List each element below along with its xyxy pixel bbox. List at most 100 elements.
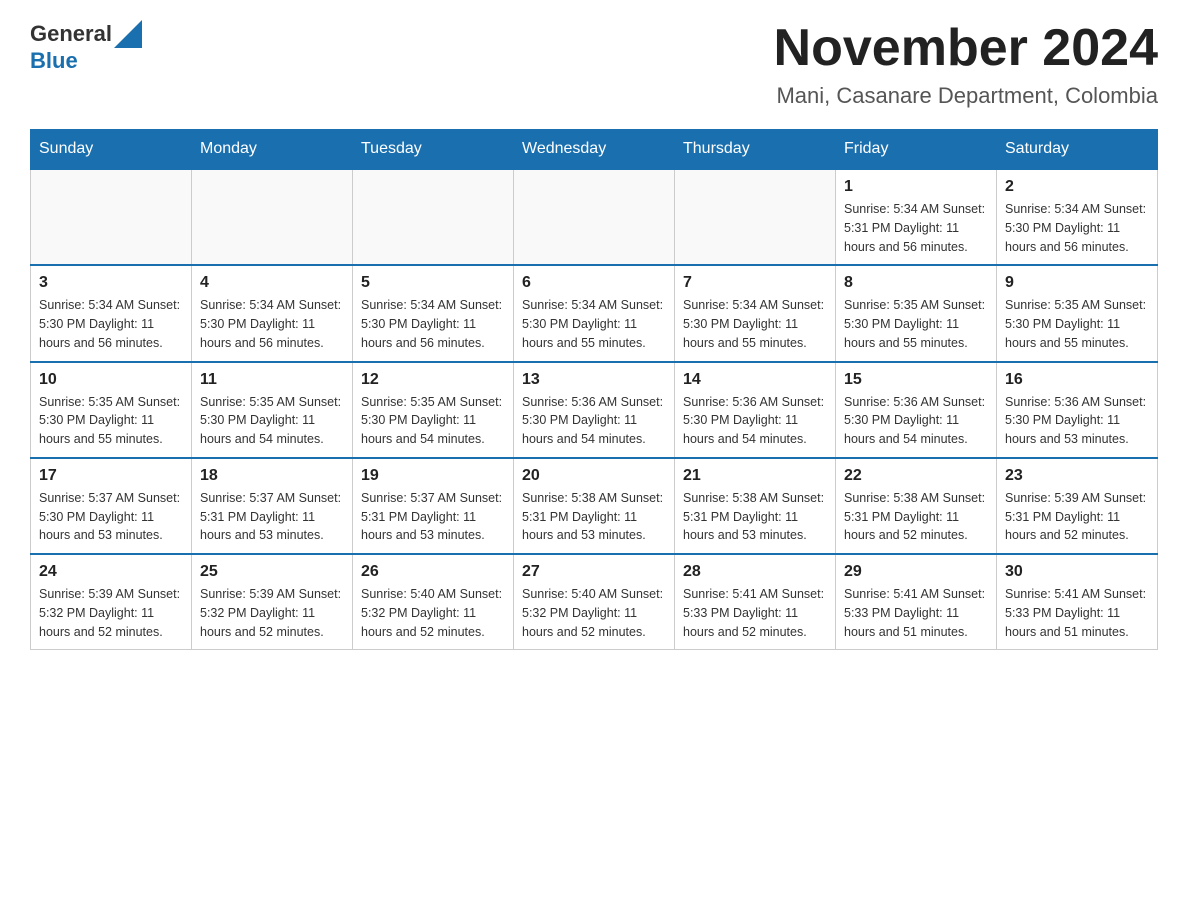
day-number: 26 [361, 563, 505, 581]
calendar-day-cell: 29 Sunrise: 5:41 AM Sunset: 5:33 PM Dayli… [836, 554, 997, 650]
day-info: Sunrise: 5:35 AM Sunset: 5:30 PM Dayligh… [1005, 296, 1149, 352]
calendar-day-cell: 25 Sunrise: 5:39 AM Sunset: 5:32 PM Dayli… [192, 554, 353, 650]
calendar-day-cell: 4 Sunrise: 5:34 AM Sunset: 5:30 PM Daylig… [192, 265, 353, 361]
day-number: 3 [39, 274, 183, 292]
day-number: 15 [844, 371, 988, 389]
day-number: 22 [844, 467, 988, 485]
calendar-day-header: Tuesday [353, 130, 514, 170]
calendar-day-cell: 21 Sunrise: 5:38 AM Sunset: 5:31 PM Dayli… [675, 458, 836, 554]
day-number: 23 [1005, 467, 1149, 485]
logo-general: General [30, 21, 112, 47]
calendar-day-cell [353, 169, 514, 265]
calendar-day-cell: 30 Sunrise: 5:41 AM Sunset: 5:33 PM Dayli… [997, 554, 1158, 650]
calendar-day-header: Thursday [675, 130, 836, 170]
day-number: 1 [844, 178, 988, 196]
day-number: 2 [1005, 178, 1149, 196]
day-number: 9 [1005, 274, 1149, 292]
calendar-day-cell: 12Sunrise: 5:35 AM Sunset: 5:30 PM Dayli… [353, 362, 514, 458]
day-number: 29 [844, 563, 988, 581]
calendar-day-cell: 27 Sunrise: 5:40 AM Sunset: 5:32 PM Dayli… [514, 554, 675, 650]
day-info: Sunrise: 5:35 AM Sunset: 5:30 PM Dayligh… [200, 393, 344, 449]
day-number: 27 [522, 563, 666, 581]
page-title: November 2024 [774, 20, 1158, 77]
day-number: 4 [200, 274, 344, 292]
day-info: Sunrise: 5:36 AM Sunset: 5:30 PM Dayligh… [683, 393, 827, 449]
calendar-week-row: 24 Sunrise: 5:39 AM Sunset: 5:32 PM Dayli… [31, 554, 1158, 650]
day-number: 11 [200, 371, 344, 389]
calendar-day-cell: 14 Sunrise: 5:36 AM Sunset: 5:30 PM Dayli… [675, 362, 836, 458]
day-info: Sunrise: 5:34 AM Sunset: 5:30 PM Dayligh… [361, 296, 505, 352]
day-info: Sunrise: 5:39 AM Sunset: 5:32 PM Dayligh… [200, 585, 344, 641]
day-number: 5 [361, 274, 505, 292]
calendar-table: SundayMondayTuesdayWednesdayThursdayFrid… [30, 129, 1158, 650]
calendar-day-cell [31, 169, 192, 265]
calendar-day-cell: 18Sunrise: 5:37 AM Sunset: 5:31 PM Dayli… [192, 458, 353, 554]
day-info: Sunrise: 5:34 AM Sunset: 5:30 PM Dayligh… [1005, 200, 1149, 256]
day-info: Sunrise: 5:41 AM Sunset: 5:33 PM Dayligh… [1005, 585, 1149, 641]
calendar-day-cell [192, 169, 353, 265]
day-info: Sunrise: 5:34 AM Sunset: 5:30 PM Dayligh… [200, 296, 344, 352]
day-info: Sunrise: 5:37 AM Sunset: 5:30 PM Dayligh… [39, 489, 183, 545]
day-info: Sunrise: 5:34 AM Sunset: 5:30 PM Dayligh… [522, 296, 666, 352]
calendar-day-cell: 7Sunrise: 5:34 AM Sunset: 5:30 PM Daylig… [675, 265, 836, 361]
day-number: 28 [683, 563, 827, 581]
calendar-day-cell: 3 Sunrise: 5:34 AM Sunset: 5:30 PM Daylig… [31, 265, 192, 361]
day-info: Sunrise: 5:35 AM Sunset: 5:30 PM Dayligh… [844, 296, 988, 352]
day-number: 25 [200, 563, 344, 581]
calendar-day-header: Friday [836, 130, 997, 170]
calendar-week-row: 1 Sunrise: 5:34 AM Sunset: 5:31 PM Daylig… [31, 169, 1158, 265]
day-info: Sunrise: 5:36 AM Sunset: 5:30 PM Dayligh… [1005, 393, 1149, 449]
day-info: Sunrise: 5:37 AM Sunset: 5:31 PM Dayligh… [200, 489, 344, 545]
page-header: General Blue November 2024 Mani, Casanar… [30, 20, 1158, 109]
day-number: 12 [361, 371, 505, 389]
calendar-day-header: Wednesday [514, 130, 675, 170]
day-number: 21 [683, 467, 827, 485]
day-number: 7 [683, 274, 827, 292]
calendar-day-cell: 19 Sunrise: 5:37 AM Sunset: 5:31 PM Dayli… [353, 458, 514, 554]
day-info: Sunrise: 5:40 AM Sunset: 5:32 PM Dayligh… [522, 585, 666, 641]
day-number: 14 [683, 371, 827, 389]
calendar-day-cell [675, 169, 836, 265]
calendar-day-cell: 15Sunrise: 5:36 AM Sunset: 5:30 PM Dayli… [836, 362, 997, 458]
calendar-week-row: 17 Sunrise: 5:37 AM Sunset: 5:30 PM Dayli… [31, 458, 1158, 554]
day-info: Sunrise: 5:35 AM Sunset: 5:30 PM Dayligh… [39, 393, 183, 449]
calendar-day-cell: 6Sunrise: 5:34 AM Sunset: 5:30 PM Daylig… [514, 265, 675, 361]
day-info: Sunrise: 5:34 AM Sunset: 5:30 PM Dayligh… [39, 296, 183, 352]
calendar-day-cell: 28 Sunrise: 5:41 AM Sunset: 5:33 PM Dayli… [675, 554, 836, 650]
calendar-day-cell: 10Sunrise: 5:35 AM Sunset: 5:30 PM Dayli… [31, 362, 192, 458]
day-info: Sunrise: 5:34 AM Sunset: 5:31 PM Dayligh… [844, 200, 988, 256]
day-info: Sunrise: 5:40 AM Sunset: 5:32 PM Dayligh… [361, 585, 505, 641]
day-number: 8 [844, 274, 988, 292]
calendar-week-row: 3 Sunrise: 5:34 AM Sunset: 5:30 PM Daylig… [31, 265, 1158, 361]
day-info: Sunrise: 5:38 AM Sunset: 5:31 PM Dayligh… [844, 489, 988, 545]
logo-icon [114, 20, 142, 48]
day-number: 13 [522, 371, 666, 389]
calendar-day-cell: 20Sunrise: 5:38 AM Sunset: 5:31 PM Dayli… [514, 458, 675, 554]
calendar-day-cell [514, 169, 675, 265]
day-info: Sunrise: 5:38 AM Sunset: 5:31 PM Dayligh… [683, 489, 827, 545]
calendar-day-cell: 22 Sunrise: 5:38 AM Sunset: 5:31 PM Dayli… [836, 458, 997, 554]
day-number: 16 [1005, 371, 1149, 389]
page-subtitle: Mani, Casanare Department, Colombia [774, 83, 1158, 109]
calendar-day-cell: 17 Sunrise: 5:37 AM Sunset: 5:30 PM Dayli… [31, 458, 192, 554]
logo-blue: Blue [30, 48, 78, 73]
day-number: 20 [522, 467, 666, 485]
calendar-day-cell: 16 Sunrise: 5:36 AM Sunset: 5:30 PM Dayli… [997, 362, 1158, 458]
day-number: 19 [361, 467, 505, 485]
calendar-day-header: Sunday [31, 130, 192, 170]
day-number: 24 [39, 563, 183, 581]
calendar-day-cell: 1 Sunrise: 5:34 AM Sunset: 5:31 PM Daylig… [836, 169, 997, 265]
day-info: Sunrise: 5:41 AM Sunset: 5:33 PM Dayligh… [683, 585, 827, 641]
day-info: Sunrise: 5:37 AM Sunset: 5:31 PM Dayligh… [361, 489, 505, 545]
calendar-day-cell: 9 Sunrise: 5:35 AM Sunset: 5:30 PM Daylig… [997, 265, 1158, 361]
calendar-day-cell: 13Sunrise: 5:36 AM Sunset: 5:30 PM Dayli… [514, 362, 675, 458]
title-area: November 2024 Mani, Casanare Department,… [774, 20, 1158, 109]
calendar-day-cell: 8 Sunrise: 5:35 AM Sunset: 5:30 PM Daylig… [836, 265, 997, 361]
day-number: 17 [39, 467, 183, 485]
calendar-day-cell: 11 Sunrise: 5:35 AM Sunset: 5:30 PM Dayli… [192, 362, 353, 458]
calendar-day-cell: 24Sunrise: 5:39 AM Sunset: 5:32 PM Dayli… [31, 554, 192, 650]
calendar-week-row: 10Sunrise: 5:35 AM Sunset: 5:30 PM Dayli… [31, 362, 1158, 458]
day-number: 30 [1005, 563, 1149, 581]
calendar-day-header: Monday [192, 130, 353, 170]
day-info: Sunrise: 5:41 AM Sunset: 5:33 PM Dayligh… [844, 585, 988, 641]
